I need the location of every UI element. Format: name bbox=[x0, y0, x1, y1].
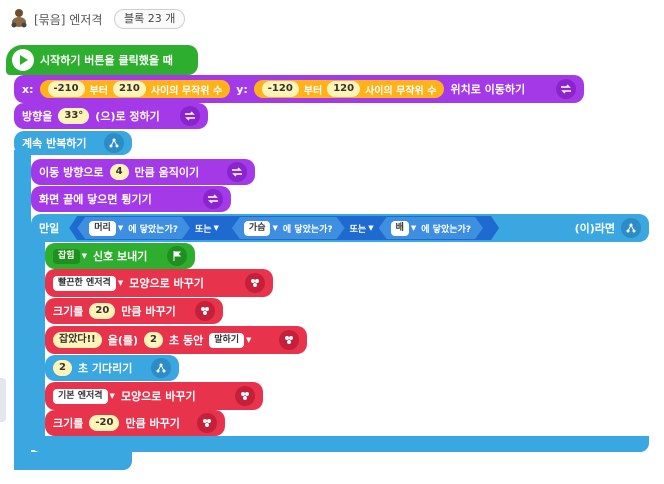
signal-tail-label: 신호 보내기 bbox=[92, 250, 148, 263]
step-label: 이동 방향으로 bbox=[39, 166, 104, 179]
forever-arm bbox=[14, 150, 31, 470]
or-label[interactable]: 또는 bbox=[350, 222, 367, 235]
forever-label: 계속 반복하기 bbox=[22, 137, 87, 150]
random-label: 사이의 무작위 수 bbox=[365, 85, 437, 97]
looks-category-icon bbox=[235, 386, 255, 406]
wait-tail-label: 초 기다리기 bbox=[77, 362, 133, 375]
size-label: 크기를 bbox=[53, 417, 84, 430]
size-tail-label: 만큼 바꾸기 bbox=[121, 305, 176, 318]
y-label: y: bbox=[236, 82, 248, 96]
flow-category-icon bbox=[104, 133, 124, 153]
start-event-block[interactable]: 시작하기 버튼을 클릭했을 때 bbox=[6, 45, 198, 75]
dropdown-caret-icon: ▼ bbox=[117, 224, 124, 232]
size-value[interactable]: 20 bbox=[89, 303, 116, 319]
touch-target-belly[interactable]: 배 bbox=[391, 221, 409, 236]
say-text-input[interactable]: 잡았다!! bbox=[53, 332, 102, 348]
change-size-block[interactable]: 크기를 20 만큼 바꾸기 bbox=[45, 298, 223, 324]
touching-label: 에 닿았는가? bbox=[128, 224, 178, 235]
x-to-value[interactable]: 210 bbox=[112, 81, 146, 97]
send-signal-block[interactable]: 잡힘 ▼ 신호 보내기 bbox=[45, 243, 195, 269]
size-value[interactable]: -20 bbox=[89, 415, 120, 431]
dropdown-caret-icon: ▼ bbox=[117, 279, 124, 287]
random-label: 사이의 무작위 수 bbox=[150, 85, 223, 97]
size-tail-label: 만큼 바꾸기 bbox=[125, 417, 180, 430]
looks-category-icon bbox=[245, 273, 265, 293]
flag-icon bbox=[167, 246, 187, 266]
bounce-on-edge-block[interactable]: 화면 끝에 닿으면 튕기기 bbox=[31, 186, 231, 212]
wait-seconds-value[interactable]: 2 bbox=[53, 360, 72, 376]
dropdown-caret-icon: ▼ bbox=[81, 252, 87, 260]
size-label: 크기를 bbox=[53, 305, 84, 318]
looks-category-icon bbox=[195, 301, 215, 321]
if-arm bbox=[31, 232, 45, 450]
random-y-reporter[interactable]: -120 부터 120 사이의 무작위 수 bbox=[253, 80, 445, 98]
from-word: 부터 bbox=[89, 85, 108, 97]
touching-chest-condition[interactable]: 가슴 ▼ 에 닿았는가? bbox=[232, 217, 345, 239]
move-steps-block[interactable]: 이동 방향으로 4 만큼 움직이기 bbox=[31, 159, 255, 185]
touching-belly-condition[interactable]: 배 ▼ 에 닿았는가? bbox=[379, 217, 483, 239]
change-shape-block[interactable]: 기본 엔저격 ▼ 모양으로 바꾸기 bbox=[45, 382, 263, 410]
say-mid-label: 을(를) bbox=[107, 334, 139, 347]
say-for-seconds-block[interactable]: 잡았다!! 을(를) 2 초 동안 말하기 ▼ bbox=[45, 326, 307, 354]
motion-category-icon bbox=[227, 162, 247, 182]
dropdown-caret-icon: ▼ bbox=[246, 336, 252, 344]
if-label: 만일 bbox=[39, 222, 60, 235]
touch-target-head[interactable]: 머리 bbox=[89, 221, 116, 236]
bounce-label: 화면 끝에 닿으면 튕기기 bbox=[39, 193, 152, 206]
random-x-reporter[interactable]: -210 부터 210 사이의 무작위 수 bbox=[39, 80, 231, 98]
script-group: 시작하기 버튼을 클릭했을 때 x: -210 부터 210 사이의 무작위 수… bbox=[0, 0, 664, 484]
y-to-value[interactable]: 120 bbox=[327, 81, 361, 97]
touch-target-chest[interactable]: 가슴 bbox=[244, 221, 271, 236]
say-seconds-value[interactable]: 2 bbox=[144, 332, 163, 348]
direction-label: 방향을 bbox=[22, 110, 53, 123]
or-condition-inner[interactable]: 가슴 ▼ 에 닿았는가? 또는 ▼ 배 ▼ 에 닿았는가? bbox=[224, 217, 491, 239]
touching-head-condition[interactable]: 머리 ▼ 에 닿았는가? bbox=[77, 217, 190, 239]
looks-category-icon bbox=[197, 413, 217, 433]
shape-name-dropdown[interactable]: 기본 엔저격 bbox=[53, 388, 108, 404]
if-bottom bbox=[31, 436, 649, 452]
or-label[interactable]: 또는 bbox=[195, 222, 212, 235]
step-tail-label: 만큼 움직이기 bbox=[134, 166, 200, 179]
touching-label: 에 닿았는가? bbox=[421, 224, 472, 235]
motion-category-icon bbox=[180, 106, 200, 126]
shape-tail-label: 모양으로 바꾸기 bbox=[129, 277, 204, 290]
dropdown-caret-icon: ▼ bbox=[368, 224, 374, 232]
move-tail-label: 위치로 이동하기 bbox=[450, 83, 526, 96]
say-mode-dropdown[interactable]: 말하기 bbox=[209, 332, 245, 348]
x-from-value[interactable]: -210 bbox=[47, 81, 85, 97]
dropdown-caret-icon: ▼ bbox=[213, 224, 219, 232]
play-icon bbox=[12, 49, 34, 71]
say-seconds-label: 초 동안 bbox=[169, 334, 204, 347]
change-size-block[interactable]: 크기를 -20 만큼 바꾸기 bbox=[45, 410, 225, 436]
y-from-value[interactable]: -120 bbox=[261, 81, 299, 97]
start-label: 시작하기 버튼을 클릭했을 때 bbox=[40, 54, 173, 67]
touching-label: 에 닿았는가? bbox=[282, 224, 333, 235]
dropdown-caret-icon: ▼ bbox=[272, 224, 278, 232]
forever-loop-block[interactable]: 계속 반복하기 bbox=[14, 131, 132, 155]
motion-category-icon bbox=[203, 189, 223, 209]
if-tail-label: (이)라면 bbox=[574, 222, 615, 235]
if-block[interactable]: 만일 머리 ▼ 에 닿았는가? 또는 ▼ 가슴 ▼ 에 닿았는가? 또는 ▼ 배 ▼ 에 … bbox=[31, 214, 649, 242]
from-word: 부터 bbox=[303, 85, 323, 97]
direction-value[interactable]: 33° bbox=[58, 108, 90, 124]
step-value[interactable]: 4 bbox=[109, 164, 129, 180]
forever-bottom bbox=[14, 452, 132, 470]
flow-category-icon bbox=[151, 358, 171, 378]
dropdown-caret-icon: ▼ bbox=[410, 224, 417, 232]
change-shape-block[interactable]: 빨끈한 엔저격 ▼ 모양으로 바꾸기 bbox=[45, 269, 273, 297]
or-condition[interactable]: 머리 ▼ 에 닿았는가? 또는 ▼ 가슴 ▼ 에 닿았는가? 또는 ▼ 배 ▼ 에 닿았는… bbox=[69, 216, 499, 240]
shape-name-dropdown[interactable]: 빨끈한 엔저격 bbox=[53, 275, 116, 291]
x-label: x: bbox=[22, 82, 34, 96]
flow-category-icon bbox=[621, 218, 641, 238]
move-to-xy-block[interactable]: x: -210 부터 210 사이의 무작위 수 y: -120 부터 120 … bbox=[14, 75, 584, 103]
set-direction-block[interactable]: 방향을 33° (으)로 정하기 bbox=[14, 103, 208, 129]
motion-category-icon bbox=[556, 79, 576, 99]
direction-tail-label: (으)로 정하기 bbox=[95, 110, 160, 123]
wait-seconds-block[interactable]: 2 초 기다리기 bbox=[45, 355, 179, 381]
shape-tail-label: 모양으로 바꾸기 bbox=[120, 390, 196, 403]
dropdown-caret-icon: ▼ bbox=[109, 392, 115, 400]
signal-name-dropdown[interactable]: 잡힘 bbox=[53, 248, 80, 264]
looks-category-icon bbox=[279, 330, 299, 350]
